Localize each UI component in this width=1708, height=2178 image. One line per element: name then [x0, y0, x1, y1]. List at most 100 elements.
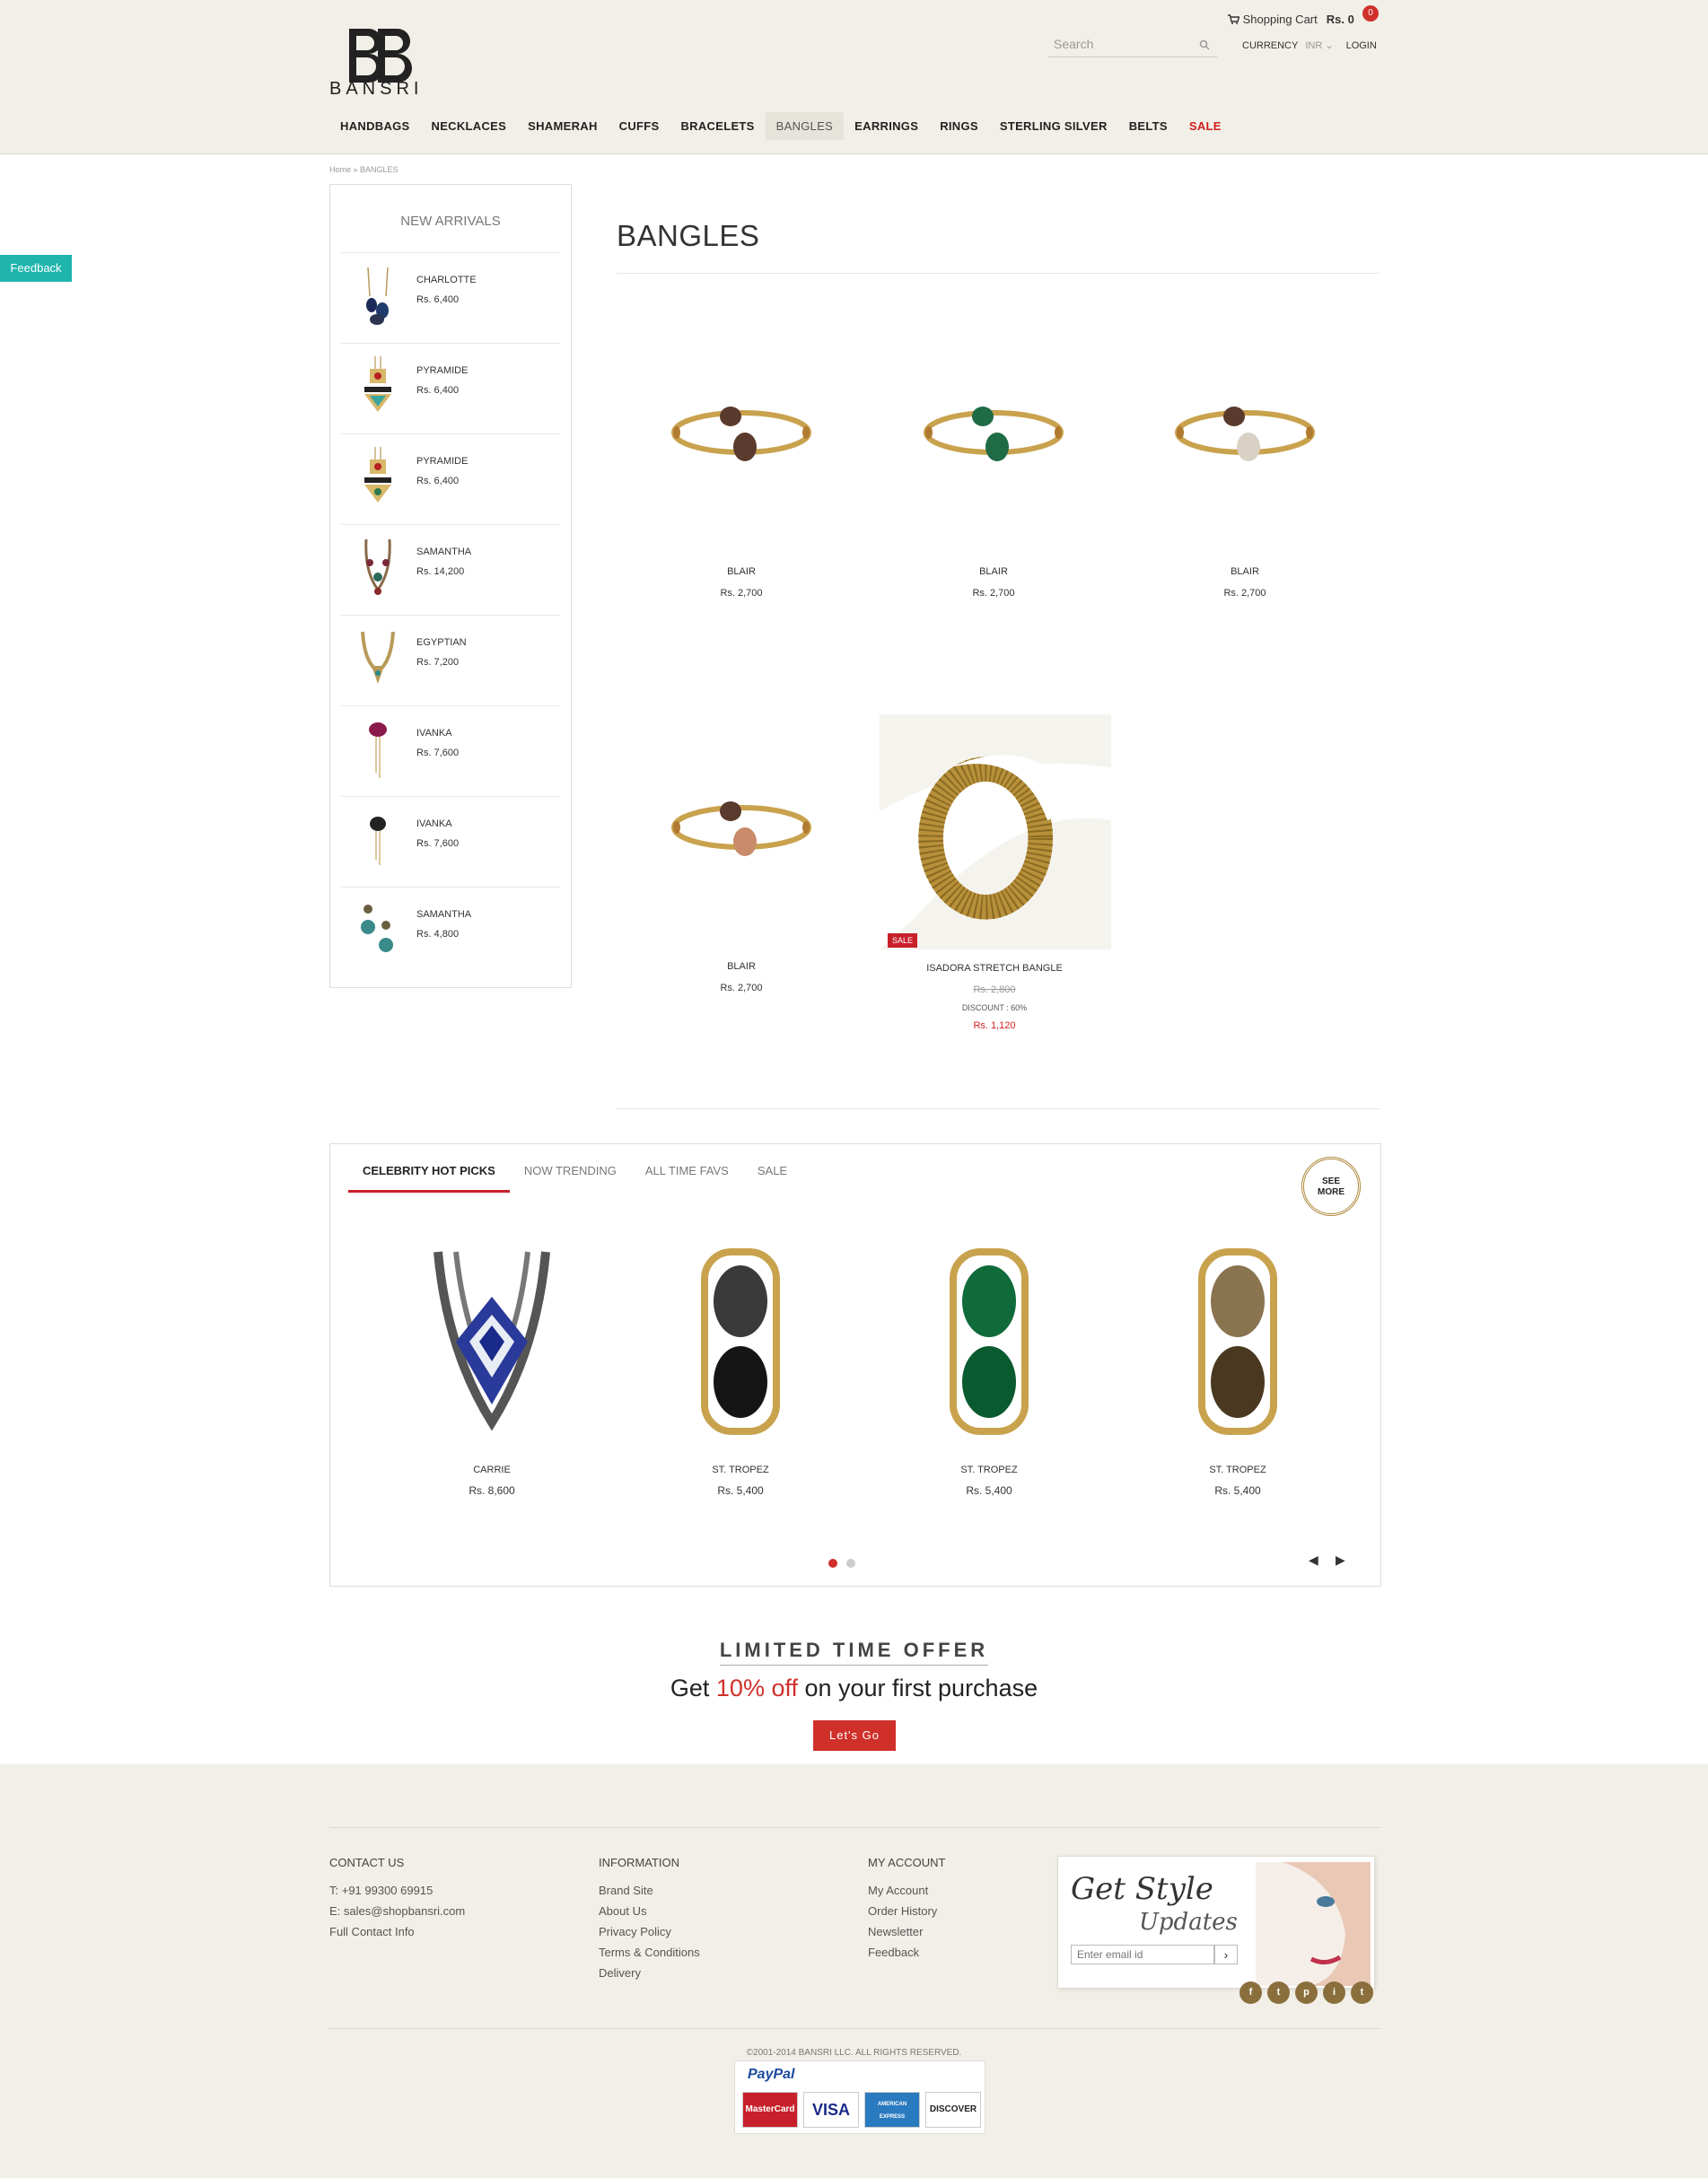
footer-link[interactable]: Terms & Conditions: [599, 1946, 700, 1959]
footer-heading: INFORMATION: [599, 1856, 680, 1869]
lets-go-button[interactable]: Let's Go: [813, 1720, 896, 1751]
stretch-bangle-image[interactable]: [877, 714, 1112, 953]
pick-name[interactable]: ST. TROPEZ: [890, 1465, 1088, 1475]
feedback-tab[interactable]: Feedback: [0, 255, 72, 282]
new-arrival-item[interactable]: IVANKA Rs. 7,600: [341, 797, 560, 888]
nav-cuffs[interactable]: CUFFS: [609, 112, 670, 140]
nav-belts[interactable]: BELTS: [1118, 112, 1178, 140]
new-arrival-item[interactable]: SAMANTHA Rs. 14,200: [341, 525, 560, 616]
new-arrival-item[interactable]: PYRAMIDE Rs. 6,400: [341, 434, 560, 525]
bangle-image[interactable]: [625, 711, 858, 953]
pick-name[interactable]: ST. TROPEZ: [642, 1465, 839, 1475]
footer-link[interactable]: Newsletter: [868, 1925, 945, 1938]
carousel-dot[interactable]: [828, 1559, 837, 1568]
footer-contact: CONTACT US T: +91 99300 69915 E: sales@s…: [329, 1856, 465, 1946]
nav-sterling-silver[interactable]: STERLING SILVER: [989, 112, 1118, 140]
search-icon[interactable]: [1199, 39, 1210, 50]
currency-select[interactable]: INR ⌄: [1305, 39, 1333, 51]
breadcrumb[interactable]: Home » BANGLES: [329, 165, 399, 174]
necklace-image[interactable]: [393, 1243, 591, 1440]
pick-item[interactable]: CARRIE Rs. 8,600: [393, 1243, 591, 1497]
nav-sale[interactable]: SALE: [1178, 112, 1232, 140]
footer-heading: CONTACT US: [329, 1856, 405, 1869]
search-placeholder: Search: [1054, 37, 1094, 51]
bangle-image[interactable]: [1128, 316, 1362, 558]
tab-sale[interactable]: SALE: [743, 1164, 801, 1193]
nav-shamerah[interactable]: SHAMERAH: [517, 112, 609, 140]
see-more-button[interactable]: SEE MORE: [1301, 1157, 1361, 1216]
social-links: f t p i t: [1239, 1981, 1373, 2004]
instagram-icon[interactable]: i: [1323, 1981, 1345, 2004]
new-arrival-item[interactable]: PYRAMIDE Rs. 6,400: [341, 344, 560, 434]
hot-picks-carousel: CELEBRITY HOT PICKS NOW TRENDING ALL TIM…: [329, 1143, 1381, 1587]
search-input[interactable]: Search: [1048, 34, 1217, 57]
chevron-down-icon: ⌄: [1325, 40, 1334, 51]
footer-link[interactable]: Feedback: [868, 1946, 945, 1959]
prev-arrow-icon[interactable]: ◀: [1309, 1553, 1318, 1568]
product-price: Rs. 2,700: [1223, 588, 1266, 599]
login-link[interactable]: LOGIN: [1346, 40, 1377, 51]
visa-icon: VISA: [803, 2092, 859, 2128]
product-name[interactable]: BLAIR: [625, 961, 858, 972]
footer-contact-link[interactable]: Full Contact Info: [329, 1925, 465, 1938]
mastercard-icon: MasterCard: [742, 2092, 798, 2128]
footer-link[interactable]: Privacy Policy: [599, 1925, 700, 1938]
product-name[interactable]: BLAIR: [625, 566, 858, 577]
twitter-icon[interactable]: t: [1267, 1981, 1290, 2004]
new-arrival-item[interactable]: CHARLOTTE Rs. 6,400: [341, 253, 560, 344]
pick-item[interactable]: ST. TROPEZ Rs. 5,400: [890, 1243, 1088, 1497]
product-name[interactable]: BLAIR: [877, 566, 1110, 577]
nav-necklaces[interactable]: NECKLACES: [421, 112, 518, 140]
product-sale-price: Rs. 1,120: [973, 1020, 1016, 1031]
footer-heading: MY ACCOUNT: [868, 1856, 946, 1869]
pinterest-icon[interactable]: p: [1295, 1981, 1318, 2004]
nav-bracelets[interactable]: BRACELETS: [670, 112, 765, 140]
newsletter-email-input[interactable]: [1071, 1945, 1214, 1964]
pick-item[interactable]: ST. TROPEZ Rs. 5,400: [1139, 1243, 1336, 1497]
new-arrival-item[interactable]: SAMANTHA Rs. 4,800: [341, 888, 560, 978]
carousel-dot[interactable]: [846, 1559, 855, 1568]
tab-now-trending[interactable]: NOW TRENDING: [510, 1164, 631, 1193]
nav-handbags[interactable]: HANDBAGS: [329, 112, 421, 140]
footer-link[interactable]: Brand Site: [599, 1884, 700, 1897]
product-name[interactable]: ISADORA STRETCH BANGLE: [877, 963, 1112, 974]
newsletter-submit-arrow-icon[interactable]: ›: [1214, 1945, 1238, 1964]
facebook-icon[interactable]: f: [1239, 1981, 1262, 2004]
necklace-thumbnail: [364, 538, 391, 595]
product-price: Rs. 2,700: [720, 588, 763, 599]
footer-link[interactable]: My Account: [868, 1884, 945, 1897]
pick-item[interactable]: ST. TROPEZ Rs. 5,400: [642, 1243, 839, 1497]
divider: [329, 1827, 1381, 1828]
picks-tabs: CELEBRITY HOT PICKS NOW TRENDING ALL TIM…: [348, 1164, 801, 1193]
ring-image[interactable]: [1139, 1243, 1336, 1440]
shopping-cart-link[interactable]: Shopping Cart Rs. 0: [1228, 13, 1354, 26]
next-arrow-icon[interactable]: ▶: [1336, 1553, 1345, 1568]
product-name[interactable]: BLAIR: [1128, 566, 1362, 577]
ring-image[interactable]: [890, 1243, 1088, 1440]
offer-heading: LIMITED TIME OFFER: [0, 1639, 1708, 1666]
new-arrival-item[interactable]: IVANKA Rs. 7,600: [341, 706, 560, 797]
cart-count-badge: 0: [1362, 5, 1379, 22]
bangle-image[interactable]: [877, 316, 1110, 558]
new-arrivals-sidebar: NEW ARRIVALS CHARLOTTE Rs. 6,400 PYRAMID…: [329, 184, 572, 988]
necklace-thumbnail: [364, 447, 391, 503]
necklace-thumbnail: [369, 722, 387, 778]
footer-link[interactable]: Order History: [868, 1904, 945, 1918]
tab-celebrity-hot-picks[interactable]: CELEBRITY HOT PICKS: [348, 1164, 510, 1193]
footer-link[interactable]: Delivery: [599, 1966, 700, 1980]
nav-earrings[interactable]: EARRINGS: [844, 112, 929, 140]
new-arrival-item[interactable]: EGYPTIAN Rs. 7,200: [341, 616, 560, 706]
ring-image[interactable]: [642, 1243, 839, 1440]
pick-name[interactable]: CARRIE: [393, 1465, 591, 1475]
tab-all-time-favs[interactable]: ALL TIME FAVS: [631, 1164, 743, 1193]
footer-email[interactable]: E: sales@shopbansri.com: [329, 1904, 465, 1918]
bangle-image[interactable]: [625, 316, 858, 558]
product-price: Rs. 2,700: [720, 983, 763, 993]
nav-rings[interactable]: RINGS: [929, 112, 989, 140]
footer-link[interactable]: About Us: [599, 1904, 700, 1918]
pick-price: Rs. 5,400: [966, 1484, 1012, 1497]
tumblr-icon[interactable]: t: [1351, 1981, 1373, 2004]
nav-bangles[interactable]: BANGLES: [765, 111, 845, 140]
pick-name[interactable]: ST. TROPEZ: [1139, 1465, 1336, 1475]
paypal-logo: PayPal: [748, 2067, 795, 2082]
